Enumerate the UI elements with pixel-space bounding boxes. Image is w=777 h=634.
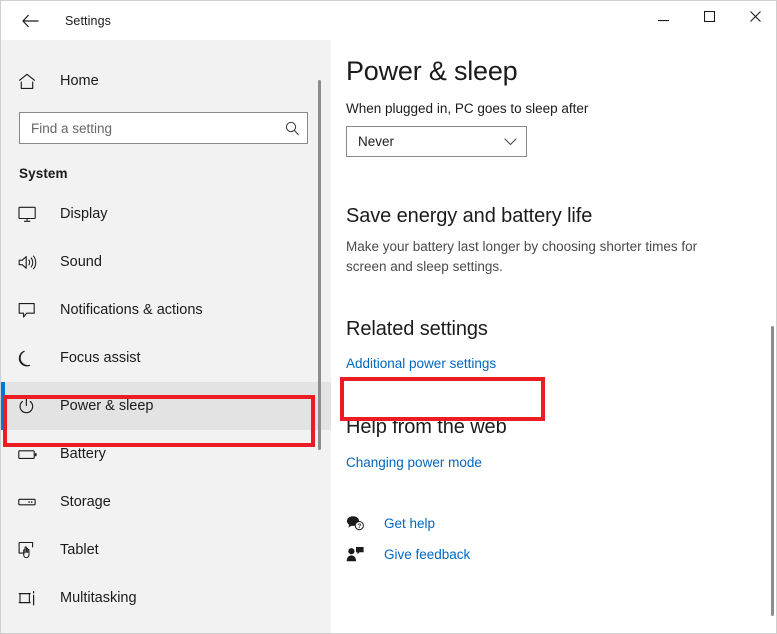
sidebar-scrollbar[interactable] (318, 80, 321, 450)
sidebar-item-label: Sound (60, 254, 102, 270)
sidebar: Home System Displ (1, 40, 331, 633)
sidebar-item-notifications[interactable]: Notifications & actions (1, 286, 331, 334)
changing-power-mode-link[interactable]: Changing power mode (346, 455, 482, 470)
sidebar-item-label: Multitasking (60, 590, 137, 606)
related-settings-heading: Related settings (346, 318, 488, 340)
app-title: Settings (65, 13, 111, 28)
sidebar-item-battery[interactable]: Battery (1, 430, 331, 478)
save-energy-heading: Save energy and battery life (346, 205, 593, 227)
sidebar-item-label: Notifications & actions (60, 302, 203, 318)
close-button[interactable] (732, 1, 776, 34)
sidebar-item-multitasking[interactable]: Multitasking (1, 574, 331, 622)
give-feedback-icon (346, 546, 372, 562)
sidebar-item-sound[interactable]: Sound (1, 238, 331, 286)
sidebar-group-heading: System (19, 166, 68, 181)
sidebar-item-tablet[interactable]: Tablet (1, 526, 331, 574)
help-from-web-heading: Help from the web (346, 416, 507, 438)
support-links: ? Get help Give feedback (331, 510, 776, 567)
sidebar-item-display[interactable]: Display (1, 190, 331, 238)
sidebar-item-label: Display (60, 206, 108, 222)
svg-text:?: ? (357, 523, 361, 530)
search-box[interactable] (19, 112, 308, 144)
additional-power-settings-link[interactable]: Additional power settings (346, 356, 496, 371)
battery-icon (18, 448, 42, 461)
home-icon (18, 73, 42, 90)
sidebar-home-label: Home (60, 73, 99, 89)
multitasking-icon (18, 590, 42, 607)
help-from-web-section: Help from the web Changing power mode (331, 416, 776, 472)
close-icon (749, 9, 761, 27)
sound-icon (18, 254, 42, 271)
search-icon (277, 121, 307, 136)
maximize-button[interactable] (686, 1, 732, 34)
sidebar-item-label: Focus assist (60, 350, 141, 366)
save-energy-section: Save energy and battery life Make your b… (331, 205, 776, 276)
display-icon (18, 206, 42, 223)
storage-icon (18, 496, 42, 508)
get-help-link[interactable]: Get help (384, 516, 435, 531)
window-controls (640, 1, 776, 34)
back-button[interactable] (9, 5, 51, 37)
give-feedback-link[interactable]: Give feedback (384, 547, 470, 562)
title-bar: Settings (1, 1, 776, 40)
main-scrollbar[interactable] (771, 326, 774, 616)
save-energy-body: Make your battery last longer by choosin… (346, 239, 698, 274)
search-input[interactable] (20, 113, 277, 143)
maximize-icon (703, 9, 715, 27)
get-help-row[interactable]: ? Get help (346, 510, 506, 536)
back-arrow-icon (21, 14, 39, 28)
sidebar-item-storage[interactable]: Storage (1, 478, 331, 526)
sidebar-item-label: Tablet (60, 542, 99, 558)
minimize-icon (657, 9, 669, 27)
sleep-timeout-value: Never (358, 134, 395, 149)
chevron-down-icon (504, 134, 517, 149)
page-title: Power & sleep (346, 56, 518, 86)
settings-window: Settings Home Find a setting System Disp… (0, 0, 777, 634)
sidebar-item-label: Storage (60, 494, 111, 510)
sidebar-item-label: Power & sleep (60, 398, 154, 414)
power-icon (18, 397, 42, 415)
sidebar-item-power-sleep[interactable]: Power & sleep (1, 382, 331, 430)
minimize-button[interactable] (640, 1, 686, 34)
main-content: Power & sleep When plugged in, PC goes t… (331, 40, 776, 633)
related-settings-section: Related settings Additional power settin… (331, 318, 776, 373)
sidebar-item-focus-assist[interactable]: Focus assist (1, 334, 331, 382)
sidebar-item-home[interactable]: Home (1, 61, 331, 101)
moon-icon (18, 350, 42, 367)
notifications-icon (18, 302, 42, 319)
get-help-icon: ? (346, 515, 372, 531)
sidebar-item-label: Battery (60, 446, 106, 462)
sleep-timeout-dropdown[interactable]: Never (346, 126, 527, 157)
give-feedback-row[interactable]: Give feedback (346, 541, 506, 567)
tablet-icon (18, 541, 42, 559)
sidebar-nav-list: Display Sound Notifications & actions Fo… (1, 190, 331, 622)
sleep-field-label: When plugged in, PC goes to sleep after (346, 101, 589, 116)
